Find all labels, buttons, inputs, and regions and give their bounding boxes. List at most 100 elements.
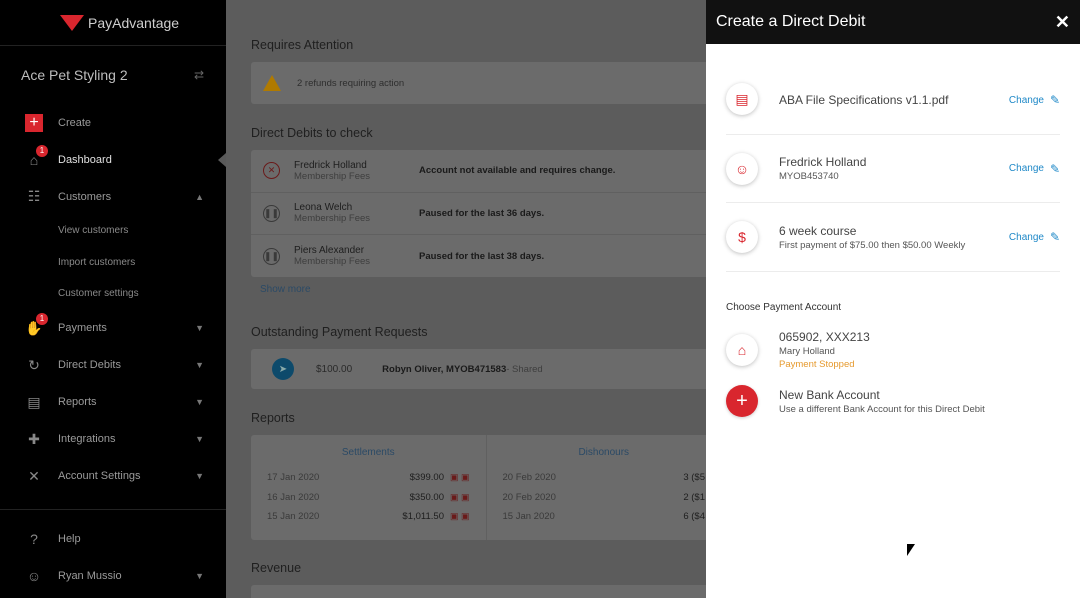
nav-user-label: Ryan Mussio — [58, 570, 122, 582]
brand-name: PayAdvantage — [88, 14, 180, 31]
dd-plan: Membership Fees — [294, 256, 371, 268]
panel-header: Create a Direct Debit ✕ — [706, 0, 1080, 44]
dashboard-main: Requires Attention 2 refunds requiring a… — [226, 0, 706, 598]
nav-view-customers[interactable]: View customers — [0, 215, 226, 247]
report-date: 15 Jan 2020 — [267, 511, 320, 523]
attention-text: 2 refunds requiring action — [297, 77, 405, 89]
settlements-link[interactable]: Settlements — [267, 447, 470, 458]
dishonours-link[interactable]: Dishonours — [503, 447, 706, 458]
report-value: 6 ($4 — [683, 511, 705, 523]
nav-dashboard[interactable]: ⌂ 1 Dashboard — [0, 141, 226, 178]
show-more-link[interactable]: Show more — [260, 284, 311, 295]
report-actions-icon[interactable]: ▣ ▣ — [450, 492, 470, 502]
close-icon[interactable]: ✕ — [1055, 12, 1070, 33]
dd-customer-name: Fredrick Holland — [294, 159, 367, 171]
document-icon: ▤ — [726, 83, 758, 115]
list-item[interactable]: 15 Jan 2020 6 ($4 — [503, 507, 706, 527]
choose-account-label: Choose Payment Account — [726, 302, 842, 313]
dd-message: Paused for the last 38 days. — [419, 250, 545, 262]
panel-title: Create a Direct Debit — [716, 13, 866, 30]
table-row[interactable]: ❚❚ Leona Welch Membership Fees Paused for… — [251, 193, 706, 235]
mouse-cursor-icon — [907, 544, 915, 556]
nav-reports[interactable]: ▤ Reports ▼ — [0, 384, 226, 421]
nav-help-label: Help — [58, 533, 81, 545]
nav-integrations-label: Integrations — [58, 433, 116, 445]
new-bank-title: New Bank Account — [779, 387, 880, 402]
chevron-down-icon: ▼ — [195, 397, 204, 407]
change-label: Change — [1008, 94, 1044, 106]
chevron-down-icon: ▼ — [195, 571, 204, 581]
dd-message: Account not available and requires chang… — [419, 165, 616, 177]
dishonours-column: Dishonours 20 Feb 2020 3 ($5 20 Feb 2020 2… — [487, 435, 707, 540]
opr-title: Outstanding Payment Requests — [251, 325, 428, 339]
chevron-down-icon: ▼ — [195, 434, 204, 444]
payments-icon: ✋ 1 — [24, 313, 48, 337]
report-actions-icon[interactable]: ▣ ▣ — [450, 511, 470, 521]
report-actions-icon[interactable]: ▣ ▣ — [450, 472, 470, 482]
swap-icon[interactable]: ⇄ — [194, 68, 204, 82]
account-switcher[interactable]: Ace Pet Styling 2 ⇄ — [0, 46, 226, 104]
change-customer-button[interactable]: Change ✎ — [1009, 162, 1060, 176]
plan-row: $ 6 week course First payment of $75.00 t… — [726, 203, 1060, 272]
document-icon: ▤ — [27, 393, 41, 410]
nav-customers-label: Customers — [58, 190, 112, 203]
nav-payments-label: Payments — [58, 322, 107, 334]
bank-account-option[interactable]: ⌂ 065902, XXX213 Mary Holland Payment Stop… — [726, 326, 1060, 374]
nav-import-customers[interactable]: Import customers — [0, 247, 226, 279]
nav-account-settings[interactable]: ✕ Account Settings ▼ — [0, 458, 226, 495]
nav-direct-debits-label: Direct Debits — [58, 359, 121, 371]
opr-amount: $100.00 — [316, 363, 353, 375]
dd-plan: Membership Fees — [294, 170, 371, 182]
payadvantage-logo-icon — [60, 13, 84, 33]
opr-customer: Robyn Oliver, MYOB471583 — [382, 363, 507, 375]
plan-description: First payment of $75.00 then $50.00 Week… — [779, 239, 966, 251]
list-item[interactable]: 16 Jan 2020 $350.00 ▣ ▣ — [267, 488, 470, 508]
new-bank-account-option[interactable]: + New Bank Account Use a different Bank A… — [726, 384, 1060, 418]
file-row: ▤ ABA File Specifications v1.1.pdf Chang… — [726, 66, 1060, 135]
nav-create[interactable]: + Create — [0, 104, 226, 141]
bank-icon: ⌂ — [726, 334, 758, 366]
report-date: 20 Feb 2020 — [502, 491, 556, 503]
change-file-button[interactable]: Change ✎ — [1009, 83, 1060, 107]
revenue-title: Revenue — [251, 561, 302, 575]
nav-customers[interactable]: ☷ Customers ▲ — [0, 178, 226, 215]
tools-icon: ✕ — [28, 467, 40, 484]
nav-help[interactable]: ? Help — [0, 521, 226, 558]
reports-title: Reports — [251, 411, 295, 425]
table-row[interactable]: ✕ Fredrick Holland Membership Fees Accoun… — [251, 150, 706, 193]
report-date: 15 Jan 2020 — [502, 511, 555, 523]
user-icon: ☺ — [26, 568, 42, 584]
plus-icon: + — [726, 385, 758, 417]
account-name: Ace Pet Styling 2 — [21, 67, 128, 83]
change-plan-button[interactable]: Change ✎ — [1009, 230, 1060, 244]
dd-message: Paused for the last 36 days. — [419, 207, 545, 219]
logo[interactable]: PayAdvantage — [0, 0, 226, 46]
dd-plan: Membership Fees — [294, 213, 371, 225]
table-row[interactable]: ❚❚ Piers Alexander Membership Fees Paused… — [251, 235, 706, 278]
dd-customer-name: Leona Welch — [294, 202, 353, 214]
opr-card[interactable]: ➤ $100.00 Robyn Oliver, MYOB471583 - Sha… — [251, 349, 706, 389]
nav-direct-debits[interactable]: ↻ Direct Debits ▼ — [0, 347, 226, 384]
nav-customer-settings[interactable]: Customer settings — [0, 278, 226, 310]
chevron-down-icon: ▼ — [195, 471, 204, 481]
customer-id: MYOB453740 — [779, 171, 839, 182]
list-item[interactable]: 20 Feb 2020 2 ($1 — [503, 488, 706, 508]
dashboard-badge: 1 — [36, 144, 48, 157]
list-item[interactable]: 15 Jan 2020 $1,011.50 ▣ ▣ — [267, 507, 470, 527]
nav-payments[interactable]: ✋ 1 Payments ▼ — [0, 310, 226, 347]
help-icon: ? — [30, 531, 38, 547]
list-item[interactable]: 17 Jan 2020 $399.00 ▣ ▣ — [267, 468, 470, 488]
pause-icon: ❚❚ — [263, 247, 280, 265]
bank-account-number: 065902, XXX213 — [779, 330, 870, 344]
list-item[interactable]: 20 Feb 2020 3 ($5 — [503, 468, 706, 488]
report-value: 3 ($5 — [683, 472, 705, 484]
chevron-down-icon: ▼ — [195, 360, 204, 370]
nav-user[interactable]: ☺ Ryan Mussio ▼ — [0, 558, 226, 595]
nav-dashboard-label: Dashboard — [58, 153, 112, 166]
report-value: $399.00 — [409, 472, 444, 484]
dd-customer-name: Piers Alexander — [294, 245, 365, 257]
nav-integrations[interactable]: ✚ Integrations ▼ — [0, 421, 226, 458]
plan-name: 6 week course — [779, 223, 857, 238]
attention-card[interactable]: 2 refunds requiring action — [251, 62, 706, 104]
nav-account-settings-label: Account Settings — [58, 470, 141, 482]
